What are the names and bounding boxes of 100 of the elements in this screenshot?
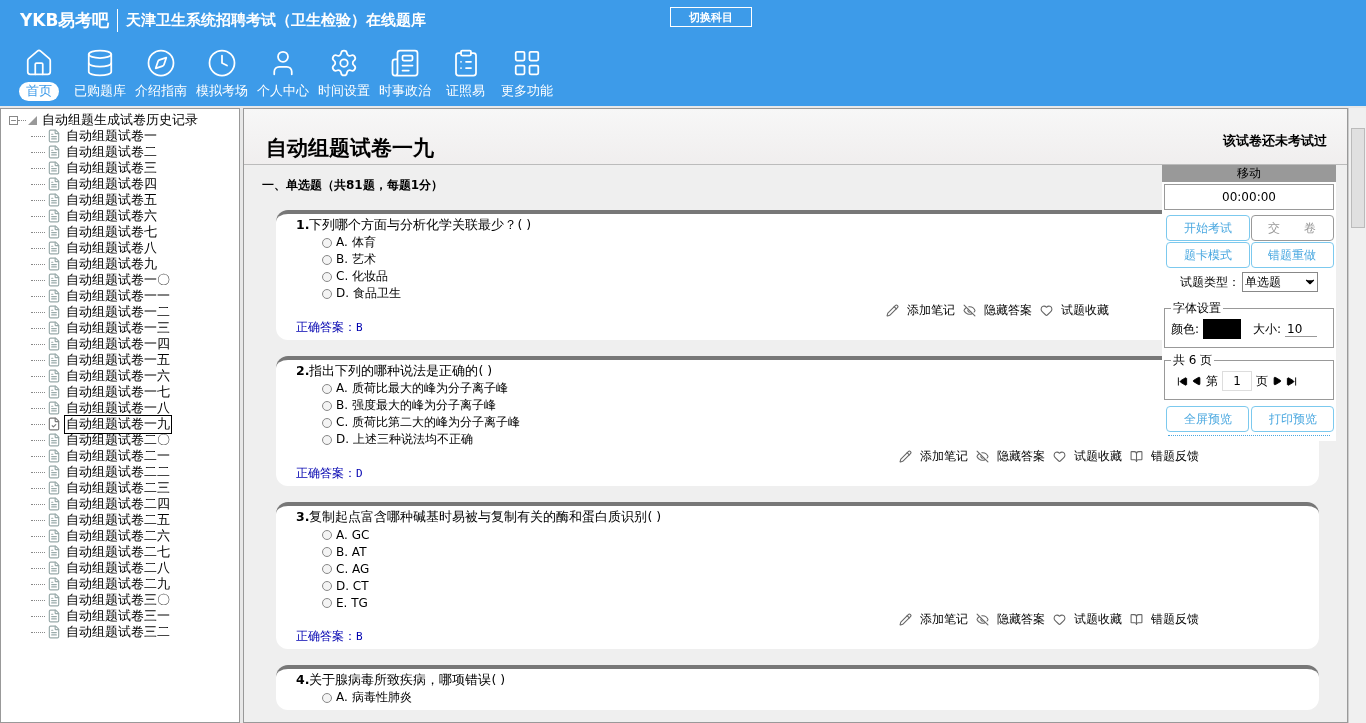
action-link[interactable]: 错题反馈 [1151, 611, 1199, 628]
document-icon [47, 321, 61, 335]
type-label: 试题类型： [1180, 273, 1240, 291]
document-icon [47, 593, 61, 607]
pencil-icon[interactable] [886, 304, 899, 317]
document-icon [47, 305, 61, 319]
radio-button[interactable] [322, 563, 332, 574]
radio-button[interactable] [322, 529, 332, 540]
newspaper-icon[interactable] [389, 48, 420, 78]
document-icon [47, 625, 61, 639]
exam-status: 该试卷还未考试过 [1223, 133, 1327, 150]
document-icon [47, 177, 61, 191]
radio-button[interactable] [322, 288, 332, 299]
action-link[interactable]: 添加笔记 [907, 302, 955, 319]
document-icon [47, 529, 61, 543]
color-swatch[interactable] [1203, 319, 1242, 339]
option-text: C. AG [336, 561, 370, 576]
heart-icon[interactable] [1053, 450, 1066, 463]
page-suffix: 页 [1256, 372, 1268, 390]
size-field[interactable]: 10 [1285, 321, 1318, 337]
document-icon [47, 401, 61, 415]
action-link[interactable]: 添加笔记 [920, 448, 968, 465]
action-link[interactable]: 试题收藏 [1074, 611, 1122, 628]
answer-label: 正确答案： [296, 466, 356, 480]
eye-off-icon[interactable] [976, 613, 989, 626]
document-icon [47, 449, 61, 463]
action-link[interactable]: 试题收藏 [1074, 448, 1122, 465]
document-icon [47, 257, 61, 271]
option-text: A. GC [336, 527, 370, 542]
tree-item[interactable]: 自动组题试卷一九 [64, 414, 172, 434]
brand-logo: YKB易考吧 [20, 8, 119, 32]
radio-button[interactable] [322, 692, 332, 703]
pencil-icon[interactable] [899, 613, 912, 626]
size-label: 大小: [1253, 320, 1282, 338]
radio-button[interactable] [322, 400, 332, 411]
document-icon [47, 561, 61, 575]
radio-button[interactable] [322, 417, 332, 428]
eye-off-icon[interactable] [963, 304, 976, 317]
option-text: C. 质荷比第二大的峰为分子离子峰 [336, 414, 520, 431]
document-icon [47, 337, 61, 351]
question-text: 3.复制起点富含哪种碱基时易被与复制有关的酶和蛋白质识别( ) [296, 509, 662, 526]
answer-label: 正确答案： [296, 629, 356, 643]
document-icon [47, 273, 61, 287]
option-text: B. 艺术 [336, 251, 376, 268]
document-icon [47, 577, 61, 591]
action-link[interactable]: 隐藏答案 [997, 448, 1045, 465]
answer-value: B [356, 321, 363, 334]
section-heading: 一、单选题（共81题，每题1分） [262, 177, 444, 194]
group-legend: 字体设置 [1171, 300, 1223, 317]
radio-button[interactable] [322, 237, 332, 248]
page-field[interactable]: 1 [1222, 371, 1252, 391]
heart-icon[interactable] [1053, 613, 1066, 626]
book-icon[interactable] [1130, 450, 1143, 463]
radio-button[interactable] [322, 597, 332, 608]
document-icon [47, 385, 61, 399]
first-page-icon[interactable] [1177, 375, 1188, 387]
action-link[interactable]: 隐藏答案 [997, 611, 1045, 628]
radio-button[interactable] [322, 271, 332, 282]
document-icon [47, 497, 61, 511]
radio-button[interactable] [322, 434, 332, 445]
eye-off-icon[interactable] [976, 450, 989, 463]
document-icon [47, 481, 61, 495]
scrollbar[interactable] [1348, 108, 1366, 723]
heart-icon[interactable] [1040, 304, 1053, 317]
collapse-icon[interactable] [9, 115, 18, 125]
document-icon [47, 513, 61, 527]
previous-page-icon[interactable] [1192, 376, 1202, 386]
document-icon [47, 145, 61, 159]
clock-icon[interactable] [206, 48, 237, 78]
radio-button[interactable] [322, 383, 332, 394]
page-prefix: 第 [1206, 372, 1218, 390]
option-text: A. 质荷比最大的峰为分子离子峰 [336, 380, 508, 397]
option-text: B. AT [336, 544, 367, 559]
action-link[interactable]: 试题收藏 [1061, 302, 1109, 319]
option-text: D. 上述三种说法均不正确 [336, 431, 473, 448]
compass-icon[interactable] [145, 48, 176, 78]
option-text: D. CT [336, 578, 369, 593]
document-icon [47, 609, 61, 623]
answer-value: D [356, 467, 363, 480]
radio-button[interactable] [322, 546, 332, 557]
action-link[interactable]: 错题反馈 [1151, 448, 1199, 465]
question-text: 2.指出下列的哪种说法是正确的( ) [296, 363, 493, 380]
group-legend: 共 6 页 [1171, 352, 1215, 369]
type-select[interactable]: 单选题 [1242, 272, 1318, 292]
book-icon[interactable] [1130, 613, 1143, 626]
document-icon [47, 161, 61, 175]
document-icon [47, 241, 61, 255]
question-text: 4.关于腺病毒所致疾病，哪项错误( ) [296, 672, 506, 689]
app-title: 天津卫生系统招聘考试（卫生检验）在线题库 [126, 10, 427, 30]
panel-header[interactable]: 移动 [1162, 165, 1336, 182]
action-link[interactable]: 隐藏答案 [984, 302, 1032, 319]
radio-button[interactable] [322, 580, 332, 591]
radio-button[interactable] [322, 254, 332, 265]
action-link[interactable]: 添加笔记 [920, 611, 968, 628]
color-label: 颜色: [1171, 320, 1200, 338]
answer-value: B [356, 630, 363, 643]
last-page-icon[interactable] [1286, 375, 1297, 387]
pencil-icon[interactable] [899, 450, 912, 463]
next-page-icon[interactable] [1272, 376, 1282, 386]
document-icon [47, 209, 61, 223]
